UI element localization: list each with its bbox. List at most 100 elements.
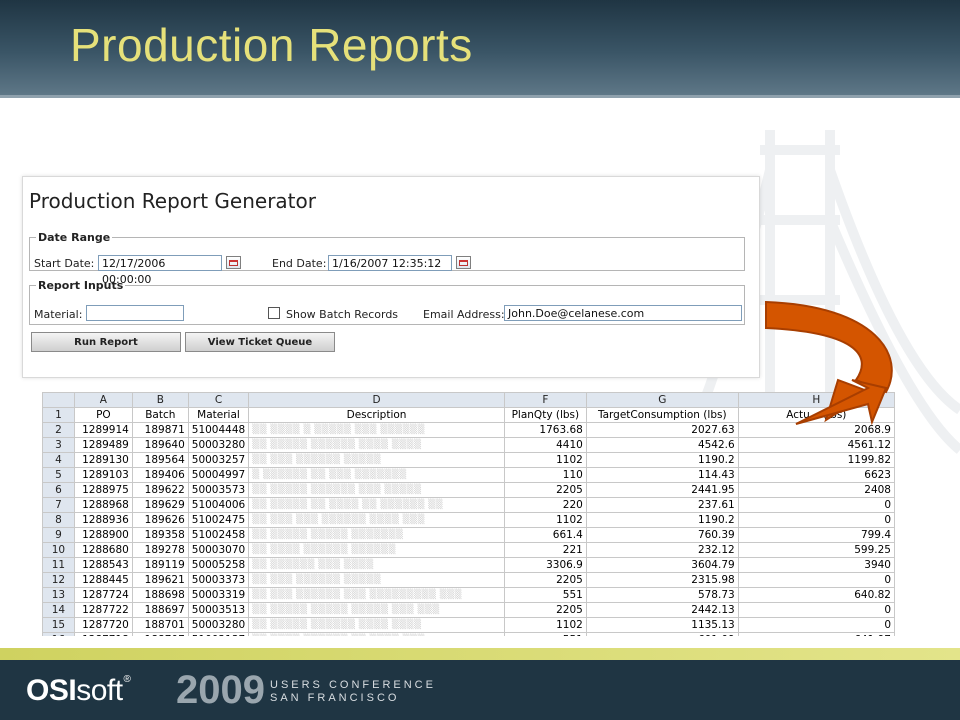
material-cell[interactable]: 51002458 — [187, 527, 250, 543]
email-address-input[interactable]: John.Doe@celanese.com — [504, 305, 742, 321]
batch-cell[interactable]: 189629 — [131, 497, 189, 513]
target-consumption-cell[interactable]: 3604.79 — [585, 557, 739, 573]
row-number[interactable]: 16 — [42, 632, 75, 636]
target-consumption-cell[interactable]: 232.12 — [585, 542, 739, 558]
batch-cell[interactable]: 189626 — [131, 512, 189, 528]
batch-cell[interactable]: 189406 — [131, 467, 189, 483]
plan-qty-cell[interactable]: 2205 — [503, 572, 587, 588]
po-cell[interactable]: 1288543 — [73, 557, 133, 573]
row-number[interactable]: 13 — [42, 587, 75, 603]
description-cell[interactable]: ▒▒ ▒▒▒ ▒▒▒ ▒▒▒▒▒▒ ▒▒▒▒ ▒▒▒ — [248, 512, 505, 528]
description-cell[interactable]: ▒▒ ▒▒▒▒▒ ▒▒▒▒▒▒ ▒▒▒ ▒▒▒▒▒ — [248, 482, 505, 498]
plan-qty-cell[interactable]: 661.4 — [503, 527, 587, 543]
po-cell[interactable]: 1288968 — [73, 497, 133, 513]
column-letter[interactable]: C — [187, 392, 250, 408]
material-cell[interactable]: 51004006 — [187, 497, 250, 513]
material-cell[interactable]: 50003373 — [187, 572, 250, 588]
row-number[interactable]: 2 — [42, 422, 75, 438]
actual-cell[interactable]: 640.82 — [737, 587, 895, 603]
target-consumption-cell[interactable]: 2027.63 — [585, 422, 739, 438]
po-cell[interactable]: 1288445 — [73, 572, 133, 588]
description-cell[interactable]: ▒▒ ▒▒▒ ▒▒▒▒▒▒ ▒▒▒ ▒▒▒▒▒▒▒▒▒ ▒▒▒ — [248, 587, 505, 603]
material-cell[interactable]: 50005258 — [187, 557, 250, 573]
target-consumption-cell[interactable]: 2442.13 — [585, 602, 739, 618]
description-cell[interactable]: ▒▒ ▒▒▒▒ ▒▒▒▒▒▒ ▒▒▒▒▒▒ — [248, 542, 505, 558]
description-cell[interactable]: ▒▒ ▒▒▒ ▒▒▒▒▒▒ ▒▒▒▒▒ — [248, 572, 505, 588]
plan-qty-cell[interactable]: 1763.68 — [503, 422, 587, 438]
header-cell[interactable]: Description — [248, 407, 505, 423]
plan-qty-cell[interactable]: 551 — [503, 587, 587, 603]
row-number[interactable]: 7 — [42, 497, 75, 513]
batch-cell[interactable]: 188698 — [131, 587, 189, 603]
target-consumption-cell[interactable]: 4542.6 — [585, 437, 739, 453]
header-cell[interactable]: Batch — [131, 407, 189, 423]
po-cell[interactable]: 1289103 — [73, 467, 133, 483]
actual-cell[interactable]: 0 — [737, 617, 895, 633]
batch-cell[interactable]: 189278 — [131, 542, 189, 558]
row-number[interactable]: 12 — [42, 572, 75, 588]
material-cell[interactable]: 50004997 — [187, 467, 250, 483]
material-cell[interactable]: 50003280 — [187, 437, 250, 453]
description-cell[interactable]: ▒▒ ▒▒▒▒▒ ▒▒▒▒▒ ▒▒▒▒▒ ▒▒▒ ▒▒▒ — [248, 602, 505, 618]
actual-cell[interactable]: 799.4 — [737, 527, 895, 543]
description-cell[interactable]: ▒▒ ▒▒▒▒▒ ▒▒ ▒▒▒▒ ▒▒ ▒▒▒▒▒▒ ▒▒ — [248, 497, 505, 513]
po-cell[interactable]: 1289489 — [73, 437, 133, 453]
description-cell[interactable]: ▒▒ ▒▒▒▒ ▒▒▒▒▒▒ ▒▒ ▒▒▒▒ ▒▒▒ — [248, 632, 505, 636]
row-number[interactable]: 15 — [42, 617, 75, 633]
view-ticket-queue-button[interactable]: View Ticket Queue — [185, 332, 335, 352]
plan-qty-cell[interactable]: 4410 — [503, 437, 587, 453]
batch-cell[interactable]: 188701 — [131, 617, 189, 633]
target-consumption-cell[interactable]: 114.43 — [585, 467, 739, 483]
plan-qty-cell[interactable]: 551 — [503, 632, 587, 636]
target-consumption-cell[interactable]: 2315.98 — [585, 572, 739, 588]
po-cell[interactable]: 1287722 — [73, 602, 133, 618]
description-cell[interactable]: ▒ ▒▒▒▒▒▒ ▒▒ ▒▒▒ ▒▒▒▒▒▒▒ — [248, 467, 505, 483]
material-input[interactable] — [86, 305, 184, 321]
po-cell[interactable]: 1287718 — [73, 632, 133, 636]
target-consumption-cell[interactable]: 1190.2 — [585, 512, 739, 528]
po-cell[interactable]: 1287724 — [73, 587, 133, 603]
description-cell[interactable]: ▒▒ ▒▒▒ ▒▒▒▒▒▒ ▒▒▒▒▒ — [248, 452, 505, 468]
end-date-calendar-icon[interactable] — [456, 256, 471, 269]
description-cell[interactable]: ▒▒ ▒▒▒▒▒▒ ▒▒▒ ▒▒▒▒ — [248, 557, 505, 573]
material-cell[interactable]: 50003573 — [187, 482, 250, 498]
actual-cell[interactable]: 0 — [737, 572, 895, 588]
po-cell[interactable]: 1288680 — [73, 542, 133, 558]
material-cell[interactable]: 51004448 — [187, 422, 250, 438]
material-cell[interactable]: 50003070 — [187, 542, 250, 558]
actual-cell[interactable]: 0 — [737, 497, 895, 513]
batch-cell[interactable]: 189621 — [131, 572, 189, 588]
material-cell[interactable]: 50003513 — [187, 602, 250, 618]
plan-qty-cell[interactable]: 3306.9 — [503, 557, 587, 573]
show-batch-records-checkbox[interactable] — [268, 307, 280, 319]
po-cell[interactable]: 1288936 — [73, 512, 133, 528]
header-cell[interactable]: PO — [73, 407, 133, 423]
actual-cell[interactable]: 0 — [737, 512, 895, 528]
plan-qty-cell[interactable]: 110 — [503, 467, 587, 483]
plan-qty-cell[interactable]: 2205 — [503, 482, 587, 498]
po-cell[interactable]: 1289914 — [73, 422, 133, 438]
actual-cell[interactable]: 641.97 — [737, 632, 895, 636]
actual-cell[interactable]: 1199.82 — [737, 452, 895, 468]
batch-cell[interactable]: 189622 — [131, 482, 189, 498]
header-cell[interactable]: Material — [187, 407, 250, 423]
target-consumption-cell[interactable]: 578.73 — [585, 587, 739, 603]
description-cell[interactable]: ▒▒ ▒▒▒▒ ▒ ▒▒▒▒▒ ▒▒▒ ▒▒▒▒▒▒ — [248, 422, 505, 438]
row-number[interactable]: 8 — [42, 512, 75, 528]
batch-cell[interactable]: 189871 — [131, 422, 189, 438]
row-number[interactable]: 3 — [42, 437, 75, 453]
row-number[interactable]: 1 — [42, 407, 75, 423]
run-report-button[interactable]: Run Report — [31, 332, 181, 352]
batch-cell[interactable]: 188697 — [131, 602, 189, 618]
plan-qty-cell[interactable]: 221 — [503, 542, 587, 558]
plan-qty-cell[interactable]: 220 — [503, 497, 587, 513]
row-number[interactable]: 14 — [42, 602, 75, 618]
row-number[interactable]: 5 — [42, 467, 75, 483]
column-letter[interactable]: A — [73, 392, 133, 408]
po-cell[interactable]: 1289130 — [73, 452, 133, 468]
description-cell[interactable]: ▒▒ ▒▒▒▒▒ ▒▒▒▒▒ ▒▒▒▒▒▒▒ — [248, 527, 505, 543]
material-cell[interactable]: 50003280 — [187, 617, 250, 633]
material-cell[interactable]: 51002137 — [187, 632, 250, 636]
plan-qty-cell[interactable]: 1102 — [503, 512, 587, 528]
po-cell[interactable]: 1288975 — [73, 482, 133, 498]
